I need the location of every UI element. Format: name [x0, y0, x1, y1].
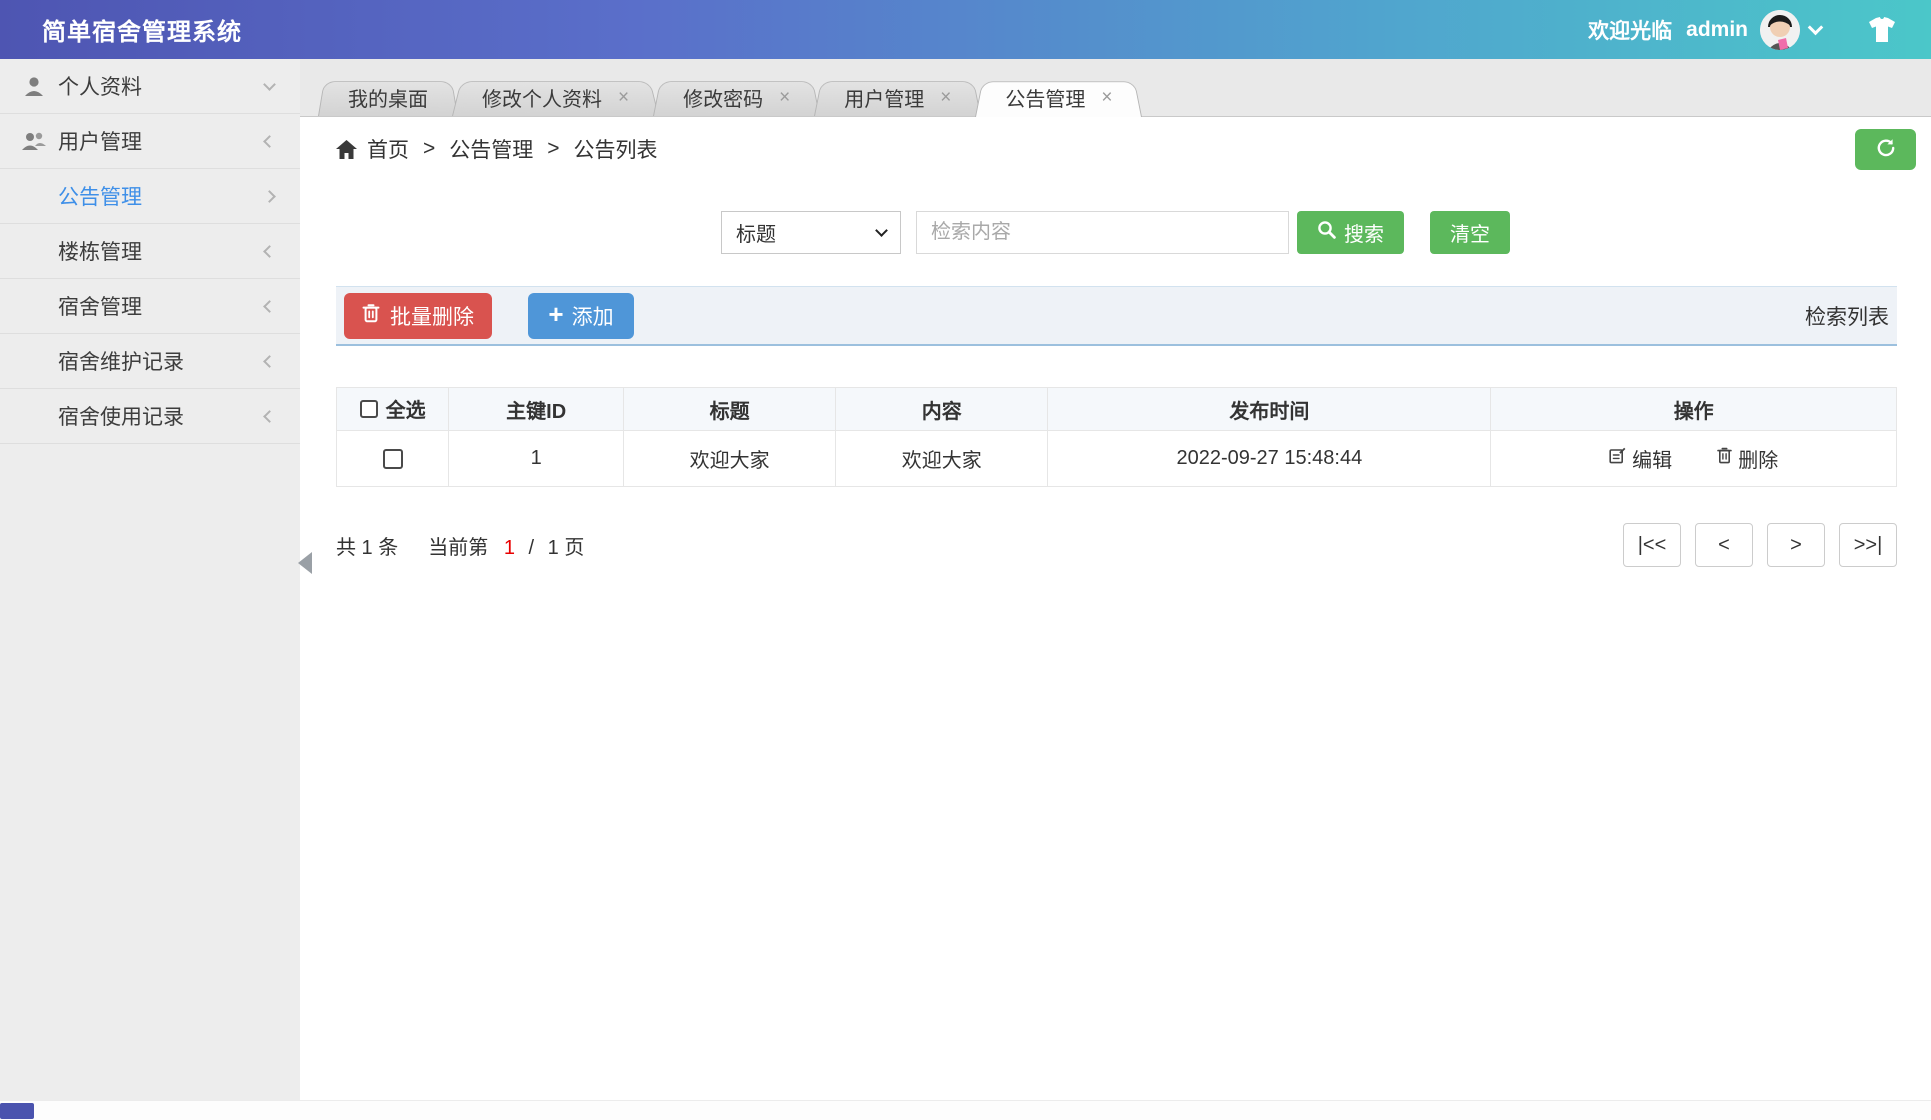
current-page-number: 1: [503, 536, 515, 559]
sidebar-item-usage-records[interactable]: 宿舍使用记录: [0, 389, 300, 444]
sidebar-item-profile[interactable]: 个人资料: [0, 59, 300, 114]
users-icon: [22, 129, 46, 153]
table-row: 1 欢迎大家 欢迎大家 2022-09-27 15:48:44 编辑 删除: [335, 430, 1897, 487]
list-caption: 检索列表: [1805, 305, 1889, 329]
total-count-text: 共 1 条: [336, 536, 399, 559]
close-icon[interactable]: ×: [1101, 88, 1112, 107]
cell-content: 欢迎大家: [835, 430, 1049, 487]
announcement-table: 全选 主键ID 标题 内容 发布时间 操作 1 欢迎大家 欢迎大家 2022-0…: [335, 387, 1897, 487]
top-header: 简单宿舍管理系统 欢迎光临 admin: [0, 0, 1931, 59]
next-page-button[interactable]: >: [1767, 523, 1825, 567]
app-title: 简单宿舍管理系统: [42, 19, 242, 46]
breadcrumb-separator: >: [423, 137, 436, 160]
close-icon[interactable]: ×: [618, 88, 629, 107]
welcome-text: 欢迎光临: [1588, 19, 1673, 43]
last-page-button[interactable]: >>|: [1839, 523, 1897, 567]
first-page-button[interactable]: |<<: [1623, 523, 1681, 567]
batch-delete-button[interactable]: 批量删除: [344, 292, 492, 339]
chevron-right-icon: [263, 189, 276, 203]
tab-change-password[interactable]: 修改密码 ×: [653, 78, 820, 116]
chevron-down-icon[interactable]: [1807, 19, 1824, 36]
sidebar-item-buildings[interactable]: 楼栋管理: [0, 224, 300, 279]
username: admin: [1686, 17, 1748, 41]
cell-actions: 编辑 删除: [1490, 430, 1897, 487]
chevron-down-icon: [875, 224, 888, 237]
chevron-left-icon: [263, 354, 276, 368]
clear-button[interactable]: 清空: [1430, 211, 1510, 254]
edit-link[interactable]: 编辑: [1609, 444, 1672, 473]
close-icon[interactable]: ×: [779, 88, 790, 107]
column-header-publish-time: 发布时间: [1047, 387, 1492, 431]
cell-publish-time: 2022-09-27 15:48:44: [1047, 430, 1492, 487]
prev-page-button[interactable]: <: [1695, 523, 1753, 567]
edit-icon: [1609, 447, 1626, 470]
column-header-title: 标题: [623, 387, 837, 431]
menu-list-icon: [22, 349, 46, 373]
collapse-arrow-icon: [298, 552, 312, 574]
search-button[interactable]: 搜索: [1297, 211, 1404, 254]
breadcrumb-home[interactable]: 首页: [367, 134, 409, 164]
column-header-content: 内容: [835, 387, 1049, 431]
select-all-checkbox[interactable]: [359, 399, 378, 418]
search-input[interactable]: [916, 211, 1289, 254]
table-header-row: 全选 主键ID 标题 内容 发布时间 操作: [335, 387, 1897, 431]
menu-list-icon: [22, 404, 46, 428]
plus-icon: +: [548, 299, 564, 329]
chevron-left-icon: [263, 244, 276, 258]
horizontal-scrollbar[interactable]: [0, 1100, 1931, 1120]
sidebar-item-announcements[interactable]: 公告管理: [0, 169, 300, 224]
refresh-button[interactable]: [1855, 128, 1916, 170]
search-icon: [1317, 220, 1336, 245]
close-icon[interactable]: ×: [940, 88, 951, 107]
tab-bar: 我的桌面 修改个人资料 × 修改密码 × 用户管理 × 公告管理 ×: [300, 59, 1931, 117]
breadcrumb: 首页 > 公告管理 > 公告列表: [336, 134, 658, 164]
user-icon: [22, 74, 46, 98]
tab-announcement-management[interactable]: 公告管理 ×: [975, 78, 1142, 116]
scrollbar-thumb[interactable]: [0, 1103, 34, 1119]
tab-user-management[interactable]: 用户管理 ×: [814, 78, 981, 116]
cell-id: 1: [448, 430, 625, 487]
home-icon: [336, 139, 357, 159]
chevron-left-icon: [263, 134, 276, 148]
chevron-down-icon: [263, 77, 276, 91]
menu-list-icon: [22, 294, 46, 318]
breadcrumb-separator: >: [547, 137, 560, 160]
avatar[interactable]: [1760, 9, 1800, 50]
chevron-left-icon: [263, 409, 276, 423]
sidebar-item-maintenance-records[interactable]: 宿舍维护记录: [0, 334, 300, 389]
row-checkbox[interactable]: [382, 448, 403, 469]
column-header-actions: 操作: [1490, 387, 1897, 431]
tab-edit-profile[interactable]: 修改个人资料 ×: [452, 78, 659, 116]
action-toolbar: 批量删除 + 添加 检索列表: [336, 286, 1897, 346]
breadcrumb-row: 首页 > 公告管理 > 公告列表: [300, 117, 1931, 181]
sidebar-collapse-handle[interactable]: [298, 543, 318, 583]
sidebar-item-users[interactable]: 用户管理: [0, 114, 300, 169]
search-bar: 标题 搜索 清空: [300, 211, 1931, 254]
chevron-left-icon: [263, 299, 276, 313]
current-page-text: 当前第 1 / 1 页: [428, 536, 585, 559]
main-content: 我的桌面 修改个人资料 × 修改密码 × 用户管理 × 公告管理 × 首页 > …: [300, 59, 1931, 1120]
breadcrumb-announcement-list: 公告列表: [573, 139, 658, 162]
tab-my-desktop[interactable]: 我的桌面: [318, 78, 458, 116]
sidebar: 个人资料 用户管理 公告管理 楼栋管理 宿舍管理 宿舍维护记录 宿舍使用记录: [0, 59, 300, 1120]
trash-icon: [1717, 447, 1733, 470]
search-field-select[interactable]: 标题: [721, 211, 901, 254]
delete-link[interactable]: 删除: [1717, 444, 1778, 473]
add-button[interactable]: + 添加: [528, 292, 634, 339]
theme-tshirt-icon[interactable]: [1867, 16, 1897, 43]
menu-list-icon: [22, 184, 46, 208]
cell-title: 欢迎大家: [623, 430, 837, 487]
trash-icon: [362, 303, 380, 329]
column-header-id: 主键ID: [448, 387, 625, 431]
pagination: 共 1 条 当前第 1 / 1 页 |<< < > >>|: [336, 523, 1897, 567]
menu-list-icon: [22, 239, 46, 263]
sidebar-item-dorms[interactable]: 宿舍管理: [0, 279, 300, 334]
select-all-header: 全选: [335, 387, 450, 431]
refresh-icon: [1875, 137, 1897, 162]
breadcrumb-announcement-management[interactable]: 公告管理: [449, 134, 533, 164]
